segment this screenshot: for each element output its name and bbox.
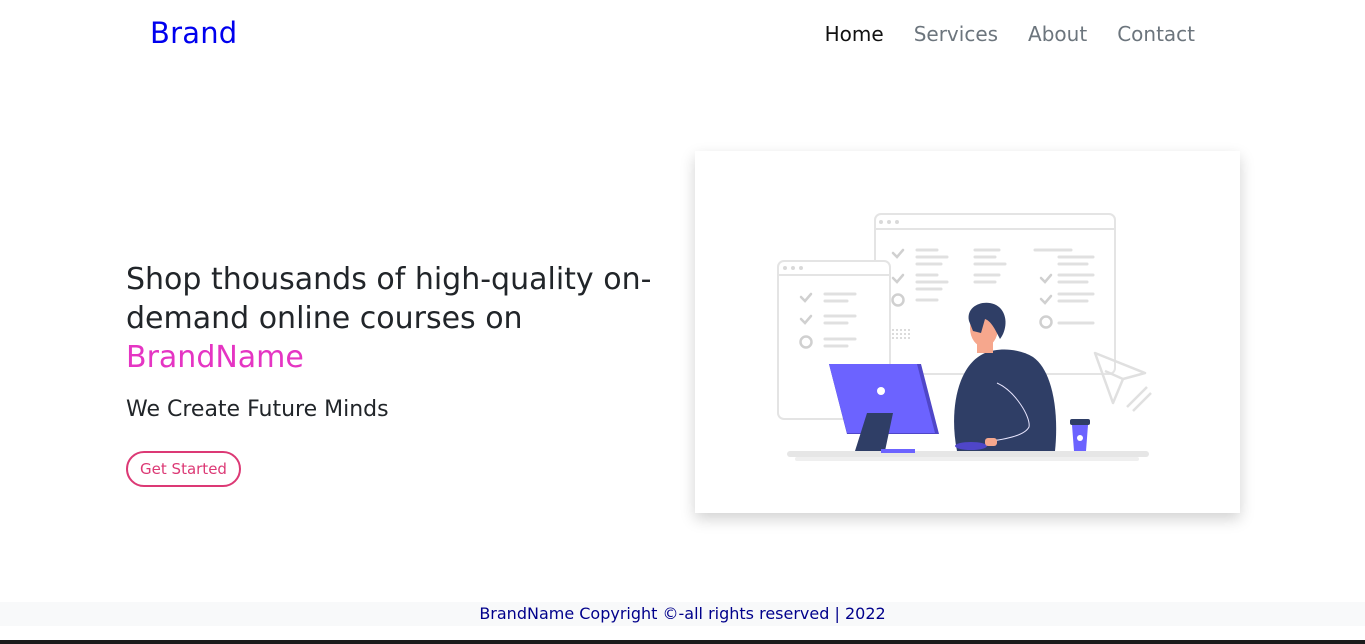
hero-brand-name: BrandName bbox=[126, 340, 304, 375]
monitor-icon bbox=[829, 364, 939, 453]
coffee-cup-icon bbox=[1070, 419, 1090, 451]
nav-link-contact[interactable]: Contact bbox=[1117, 22, 1195, 46]
get-started-button[interactable]: Get Started bbox=[126, 451, 241, 487]
footer: BrandName Copyright ©-all rights reserve… bbox=[0, 602, 1365, 626]
hero-section: Shop thousands of high-quality on-demand… bbox=[126, 260, 666, 487]
footer-copyright: BrandName Copyright ©-all rights reserve… bbox=[479, 604, 886, 623]
hero-heading-text: Shop thousands of high-quality on-demand… bbox=[126, 262, 652, 336]
nav-link-services[interactable]: Services bbox=[914, 22, 998, 46]
nav-link-home[interactable]: Home bbox=[825, 22, 884, 46]
nav-link-about[interactable]: About bbox=[1028, 22, 1087, 46]
brand-logo-link[interactable]: Brand bbox=[150, 16, 237, 50]
hero-image-card bbox=[695, 151, 1240, 513]
person-at-computer-illustration bbox=[777, 213, 1152, 461]
navbar: Brand Home Services About Contact bbox=[0, 0, 1365, 72]
hero-subheading: We Create Future Minds bbox=[126, 397, 389, 422]
nav-links: Home Services About Contact bbox=[825, 22, 1195, 46]
page-bottom-border bbox=[0, 640, 1365, 644]
hero-heading: Shop thousands of high-quality on-demand… bbox=[126, 260, 666, 377]
